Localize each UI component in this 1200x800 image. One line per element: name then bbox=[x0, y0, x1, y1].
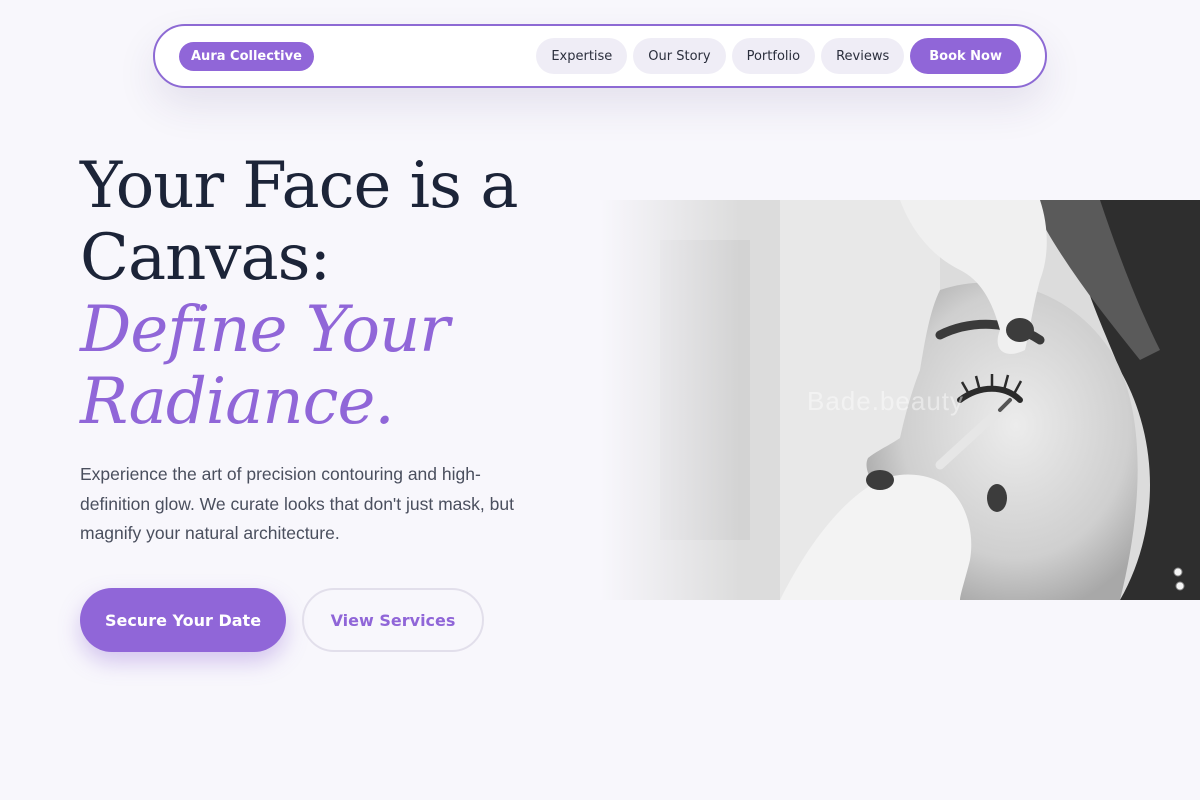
view-services-button[interactable]: View Services bbox=[302, 588, 484, 652]
hero-title: Your Face is a Canvas: Define Your Radia… bbox=[80, 150, 580, 438]
nav-link-expertise[interactable]: Expertise bbox=[536, 38, 628, 74]
hero-description: Experience the art of precision contouri… bbox=[80, 464, 514, 543]
nav-link-our-story[interactable]: Our Story bbox=[633, 38, 726, 74]
nav-link-portfolio[interactable]: Portfolio bbox=[731, 38, 816, 74]
hero-accent-line-1: Define Your bbox=[80, 293, 450, 367]
secure-your-date-button[interactable]: Secure Your Date bbox=[80, 588, 286, 652]
brand-logo[interactable]: Aura Collective bbox=[179, 41, 314, 71]
landing-page: Aura Collective Expertise Our Story Port… bbox=[0, 0, 1200, 800]
hero-title-line-2: Canvas: bbox=[80, 221, 331, 295]
book-now-button[interactable]: Book Now bbox=[910, 38, 1021, 74]
hero-accent-line-2: Radiance. bbox=[80, 365, 395, 439]
nav-links: Expertise Our Story Portfolio Reviews Bo… bbox=[536, 38, 1021, 74]
image-watermark: Bade.beauty bbox=[807, 386, 965, 416]
hero-title-line-1: Your Face is a bbox=[80, 149, 518, 223]
nav-link-reviews[interactable]: Reviews bbox=[821, 38, 905, 74]
hero-makeup-photo: Bade.beauty bbox=[600, 200, 1200, 600]
top-navigation: Aura Collective Expertise Our Story Port… bbox=[153, 24, 1047, 88]
